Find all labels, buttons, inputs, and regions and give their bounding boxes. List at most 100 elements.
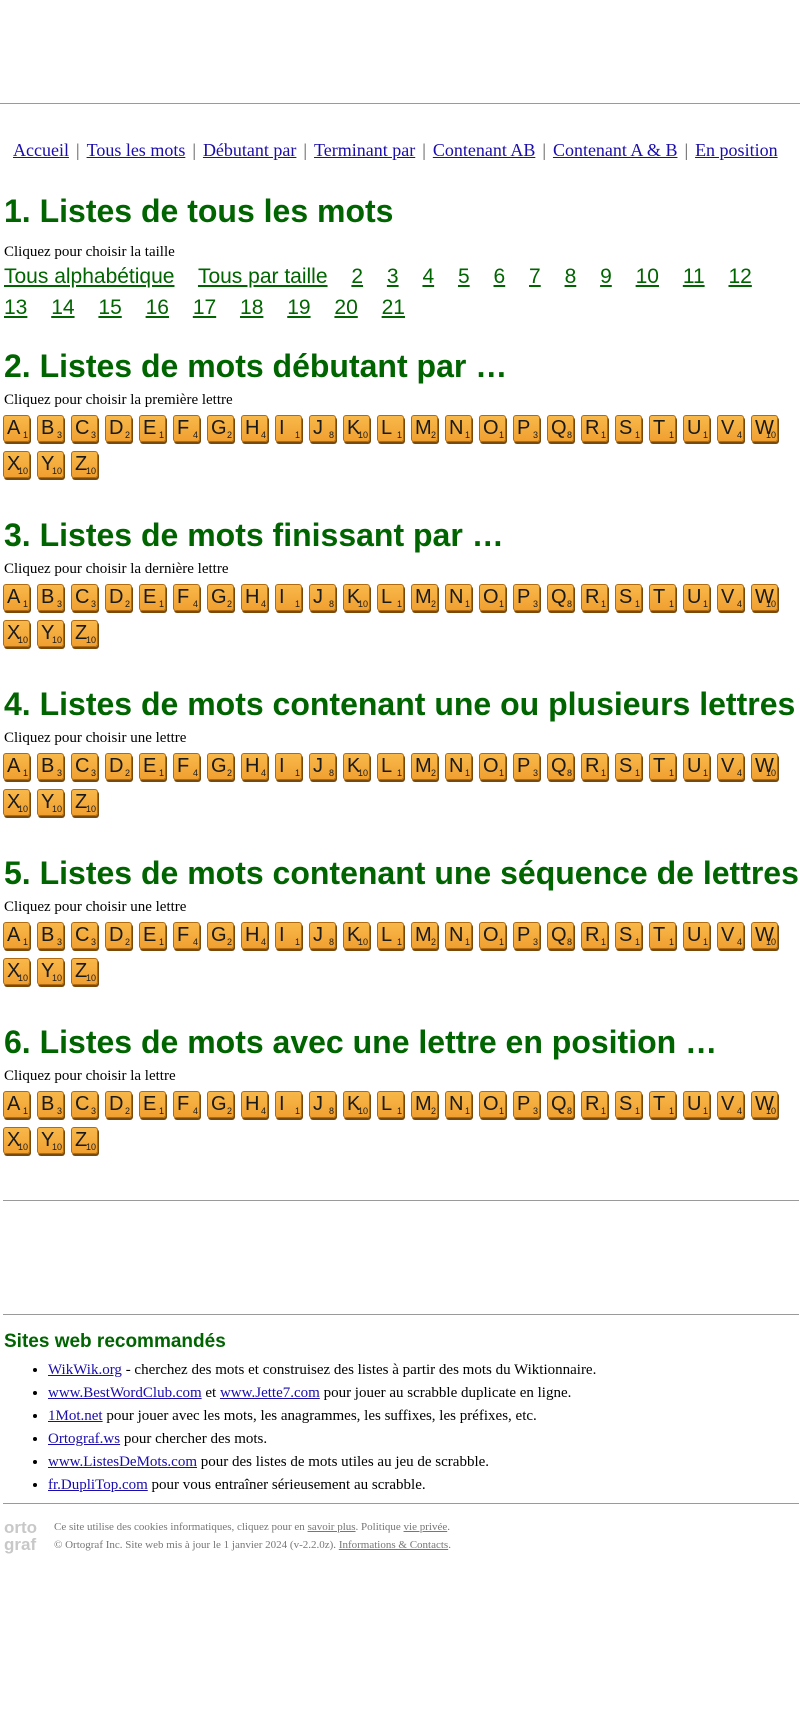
recommended-link[interactable]: 1Mot.net: [48, 1408, 103, 1424]
letter-tile[interactable]: T1: [649, 1091, 676, 1118]
size-link[interactable]: 17: [193, 296, 216, 319]
letter-tile[interactable]: N1: [445, 1091, 472, 1118]
size-link[interactable]: 7: [529, 265, 541, 288]
size-link[interactable]: 13: [4, 296, 27, 319]
letter-tile[interactable]: R1: [581, 753, 608, 780]
letter-tile[interactable]: F4: [173, 1091, 200, 1118]
letter-tile[interactable]: P3: [513, 415, 540, 442]
letter-tile[interactable]: Q8: [547, 584, 574, 611]
letter-tile[interactable]: E1: [139, 753, 166, 780]
letter-tile[interactable]: S1: [615, 584, 642, 611]
letter-tile[interactable]: O1: [479, 584, 506, 611]
letter-tile[interactable]: H4: [241, 753, 268, 780]
size-link[interactable]: 21: [382, 296, 405, 319]
letter-tile[interactable]: L1: [377, 922, 404, 949]
letter-tile[interactable]: I1: [275, 922, 302, 949]
nav-link[interactable]: Terminant par: [314, 140, 415, 160]
letter-tile[interactable]: B3: [37, 415, 64, 442]
letter-tile[interactable]: O1: [479, 922, 506, 949]
letter-tile[interactable]: U1: [683, 1091, 710, 1118]
letter-tile[interactable]: Y 10: [37, 451, 64, 478]
nav-link[interactable]: Tous les mots: [87, 140, 186, 160]
letter-tile[interactable]: S1: [615, 1091, 642, 1118]
letter-tile[interactable]: Q8: [547, 753, 574, 780]
recommended-link[interactable]: Ortograf.ws: [48, 1431, 120, 1447]
letter-tile[interactable]: R1: [581, 415, 608, 442]
letter-tile[interactable]: U1: [683, 415, 710, 442]
letter-tile[interactable]: U1: [683, 753, 710, 780]
letter-tile[interactable]: B3: [37, 584, 64, 611]
size-link[interactable]: 11: [683, 265, 705, 288]
size-link[interactable]: 8: [565, 265, 577, 288]
privacy-link[interactable]: vie privée: [404, 1521, 448, 1533]
letter-tile[interactable]: A1: [3, 753, 30, 780]
letter-tile[interactable]: I1: [275, 753, 302, 780]
letter-tile[interactable]: E1: [139, 584, 166, 611]
size-link[interactable]: 14: [51, 296, 74, 319]
letter-tile[interactable]: V4: [717, 753, 744, 780]
letter-tile[interactable]: D2: [105, 922, 132, 949]
letter-tile[interactable]: S1: [615, 415, 642, 442]
letter-tile[interactable]: I1: [275, 415, 302, 442]
size-link[interactable]: 4: [422, 265, 434, 288]
letter-tile[interactable]: H4: [241, 584, 268, 611]
letter-tile[interactable]: U1: [683, 584, 710, 611]
letter-tile[interactable]: X 10: [3, 451, 30, 478]
letter-tile[interactable]: R1: [581, 1091, 608, 1118]
letter-tile[interactable]: K 10: [343, 1091, 370, 1118]
letter-tile[interactable]: P3: [513, 584, 540, 611]
letter-tile[interactable]: P3: [513, 753, 540, 780]
size-link[interactable]: 15: [98, 296, 121, 319]
letter-tile[interactable]: X 10: [3, 1127, 30, 1154]
size-link[interactable]: 6: [494, 265, 506, 288]
size-link[interactable]: 3: [387, 265, 399, 288]
recommended-link[interactable]: www.BestWordClub.com: [48, 1385, 202, 1401]
letter-tile[interactable]: N1: [445, 584, 472, 611]
letter-tile[interactable]: B3: [37, 922, 64, 949]
letter-tile[interactable]: G2: [207, 584, 234, 611]
letter-tile[interactable]: G2: [207, 415, 234, 442]
letter-tile[interactable]: W 10: [751, 922, 778, 949]
letter-tile[interactable]: Z 10: [71, 1127, 98, 1154]
letter-tile[interactable]: X 10: [3, 620, 30, 647]
letter-tile[interactable]: C3: [71, 1091, 98, 1118]
size-link[interactable]: 16: [146, 296, 169, 319]
letter-tile[interactable]: A1: [3, 1091, 30, 1118]
size-link[interactable]: 5: [458, 265, 470, 288]
letter-tile[interactable]: F4: [173, 753, 200, 780]
size-link[interactable]: 20: [334, 296, 357, 319]
letter-tile[interactable]: L1: [377, 753, 404, 780]
letter-tile[interactable]: M2: [411, 415, 438, 442]
letter-tile[interactable]: H4: [241, 922, 268, 949]
size-link[interactable]: 18: [240, 296, 263, 319]
letter-tile[interactable]: M2: [411, 753, 438, 780]
letter-tile[interactable]: D2: [105, 1091, 132, 1118]
letter-tile[interactable]: V4: [717, 584, 744, 611]
letter-tile[interactable]: Q8: [547, 1091, 574, 1118]
letter-tile[interactable]: V4: [717, 415, 744, 442]
cookie-more-link[interactable]: savoir plus: [308, 1521, 356, 1533]
letter-tile[interactable]: E1: [139, 922, 166, 949]
letter-tile[interactable]: Z 10: [71, 451, 98, 478]
letter-tile[interactable]: J8: [309, 922, 336, 949]
letter-tile[interactable]: K 10: [343, 584, 370, 611]
letter-tile[interactable]: O1: [479, 1091, 506, 1118]
letter-tile[interactable]: P3: [513, 922, 540, 949]
size-link[interactable]: Tous alphabétique: [4, 265, 174, 288]
letter-tile[interactable]: Q8: [547, 922, 574, 949]
letter-tile[interactable]: G2: [207, 753, 234, 780]
letter-tile[interactable]: O1: [479, 753, 506, 780]
letter-tile[interactable]: J8: [309, 584, 336, 611]
nav-link[interactable]: Contenant AB: [433, 140, 536, 160]
letter-tile[interactable]: E1: [139, 415, 166, 442]
size-link[interactable]: 12: [728, 265, 751, 288]
letter-tile[interactable]: A1: [3, 415, 30, 442]
letter-tile[interactable]: C3: [71, 753, 98, 780]
letter-tile[interactable]: B3: [37, 1091, 64, 1118]
recommended-link[interactable]: www.ListesDeMots.com: [48, 1454, 197, 1470]
letter-tile[interactable]: Y 10: [37, 620, 64, 647]
recommended-link[interactable]: www.Jette7.com: [220, 1385, 320, 1401]
letter-tile[interactable]: S1: [615, 753, 642, 780]
letter-tile[interactable]: P3: [513, 1091, 540, 1118]
nav-link[interactable]: Débutant par: [203, 140, 296, 160]
